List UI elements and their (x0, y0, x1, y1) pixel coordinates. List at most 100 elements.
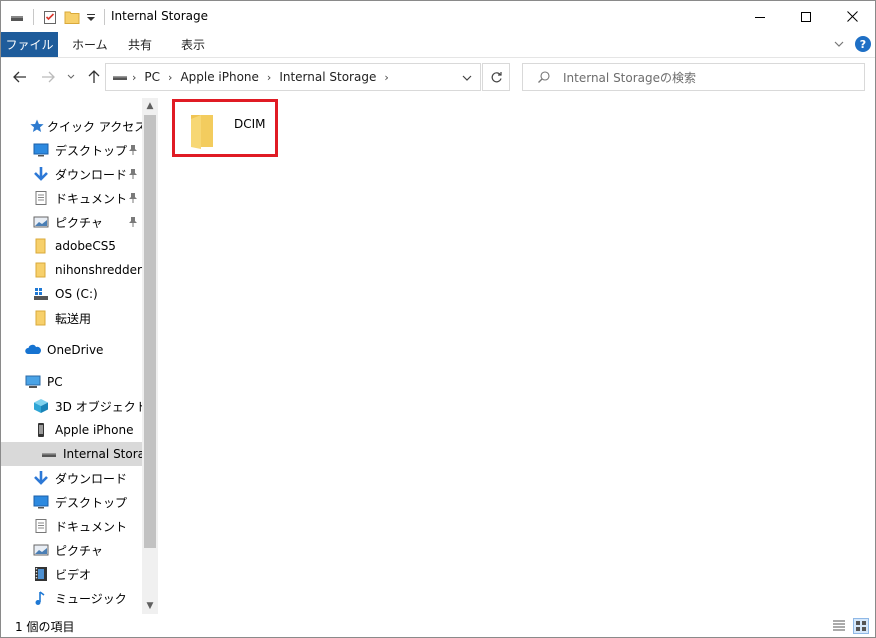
properties-icon[interactable] (42, 9, 58, 25)
customize-qat-icon[interactable] (86, 9, 96, 25)
nav-label: 3D オブジェクト (55, 399, 148, 414)
sidebar-item-videos[interactable]: ビデオ (1, 562, 143, 586)
quick-access-toolbar (9, 8, 107, 26)
forward-button[interactable] (39, 68, 57, 86)
refresh-button[interactable] (482, 63, 510, 91)
nav-label: クイック アクセス (47, 119, 147, 134)
address-dropdown-icon[interactable] (462, 72, 472, 82)
search-placeholder: Internal Storageの検索 (563, 70, 697, 85)
nav-label: ミュージック (55, 591, 127, 606)
sidebar-item-internal-storage[interactable]: Internal Storage (1, 442, 158, 466)
sidebar-item-pc-downloads[interactable]: ダウンロード (1, 466, 143, 490)
nav-scrollbar[interactable]: ▲ ▼ (142, 98, 158, 614)
nav-quick-access[interactable]: クイック アクセス (1, 114, 147, 138)
folder-item-dcim[interactable]: DCIM (173, 101, 283, 161)
sidebar-item-downloads[interactable]: ダウンロード (1, 162, 143, 186)
sidebar-item-pc-desktop[interactable]: デスクトップ (1, 490, 143, 514)
ribbon-tabs: ファイル ホーム 共有 表示 ? (1, 32, 875, 58)
sidebar-item-os-c[interactable]: OS (C:) (1, 282, 143, 306)
navigation-pane: クイック アクセス デスクトップ ダウンロード ドキュメント ピクチャ adob… (1, 98, 158, 614)
expand-ribbon-icon[interactable] (833, 38, 845, 50)
pin-icon[interactable] (128, 168, 138, 180)
maximize-button[interactable] (783, 1, 829, 32)
explorer-window: Internal Storage ファイル ホーム 共有 表示 ? › PC ›… (0, 0, 876, 638)
pin-icon[interactable] (128, 192, 138, 204)
phone-icon (33, 422, 49, 438)
nav-label: nihonshredder (55, 263, 142, 277)
close-button[interactable] (829, 1, 875, 32)
back-button[interactable] (11, 68, 29, 86)
sidebar-item-adobecs5[interactable]: adobeCS5 (1, 234, 143, 258)
nav-pc[interactable]: PC (1, 370, 143, 394)
sidebar-item-pc-documents[interactable]: ドキュメント (1, 514, 143, 538)
document-icon (33, 190, 49, 206)
scroll-down-icon[interactable]: ▼ (142, 598, 158, 614)
sidebar-item-apple-iphone[interactable]: Apple iPhone (1, 418, 143, 442)
tab-share[interactable]: 共有 (128, 32, 152, 57)
new-folder-icon[interactable] (64, 9, 80, 25)
nav-label: ダウンロード (55, 167, 128, 182)
breadcrumb-chevron-icon[interactable]: › (267, 71, 271, 84)
address-row: › PC › Apple iPhone › Internal Storage ›… (1, 58, 875, 96)
nav-label: デスクトップ (55, 143, 128, 158)
pictures-icon (33, 542, 49, 558)
breadcrumb-chevron-icon[interactable]: › (384, 71, 388, 84)
breadcrumb-chevron-icon[interactable]: › (168, 71, 172, 84)
nav-label: 転送用 (55, 311, 92, 326)
folder-icon (187, 111, 219, 151)
sidebar-item-pictures[interactable]: ピクチャ (1, 210, 143, 234)
computer-icon (25, 374, 41, 390)
music-note-icon (33, 590, 49, 606)
search-icon (537, 70, 551, 84)
breadcrumb-chevron-icon[interactable]: › (132, 71, 136, 84)
drive-icon (112, 69, 128, 85)
nav-label: ダウンロード (55, 471, 128, 486)
nav-label: ピクチャ (55, 543, 103, 558)
title-bar: Internal Storage (1, 1, 875, 32)
scroll-up-icon[interactable]: ▲ (142, 98, 158, 114)
sidebar-item-music[interactable]: ミュージック (1, 586, 143, 610)
pictures-icon (33, 214, 49, 230)
scroll-thumb[interactable] (144, 115, 156, 548)
tab-view[interactable]: 表示 (181, 32, 205, 57)
sidebar-item-documents[interactable]: ドキュメント (1, 186, 143, 210)
sidebar-item-pc-pictures[interactable]: ピクチャ (1, 538, 143, 562)
desktop-icon (33, 494, 49, 510)
folder-icon (33, 238, 49, 254)
nav-label: PC (47, 375, 63, 389)
download-icon (33, 166, 49, 182)
pin-icon[interactable] (128, 144, 138, 156)
drive-icon[interactable] (9, 9, 25, 25)
cube-icon (33, 398, 49, 414)
large-icons-view-icon[interactable] (853, 618, 869, 634)
nav-onedrive[interactable]: OneDrive (1, 338, 143, 362)
nav-label: ビデオ (55, 567, 92, 582)
star-icon (29, 118, 45, 134)
folder-icon (33, 262, 49, 278)
breadcrumb-apple-iphone[interactable]: Apple iPhone (180, 70, 258, 84)
sidebar-item-3d-objects[interactable]: 3D オブジェクト (1, 394, 148, 418)
tab-home[interactable]: ホーム (72, 32, 108, 57)
sidebar-item-transfer[interactable]: 転送用 (1, 306, 143, 330)
breadcrumb-internal-storage[interactable]: Internal Storage (279, 70, 376, 84)
up-button[interactable] (85, 68, 103, 86)
tab-file[interactable]: ファイル (1, 32, 58, 57)
help-icon[interactable]: ? (855, 36, 871, 52)
item-count: 1 個の項目 (15, 619, 75, 634)
status-bar: 1 個の項目 (1, 615, 875, 637)
sidebar-item-desktop[interactable]: デスクトップ (1, 138, 143, 162)
address-bar[interactable]: › PC › Apple iPhone › Internal Storage › (105, 63, 481, 91)
recent-locations-button[interactable] (65, 68, 77, 86)
nav-label: ピクチャ (55, 215, 103, 230)
pin-icon[interactable] (128, 216, 138, 228)
minimize-button[interactable] (737, 1, 783, 32)
sidebar-item-nihonshredder[interactable]: nihonshredder (1, 258, 143, 282)
windows-drive-icon (33, 286, 49, 302)
details-view-icon[interactable] (831, 618, 847, 634)
search-box[interactable]: Internal Storageの検索 (522, 63, 865, 91)
film-icon (33, 566, 49, 582)
nav-label: デスクトップ (55, 495, 128, 510)
breadcrumb-pc[interactable]: PC (144, 70, 160, 84)
nav-label: ドキュメント (55, 519, 128, 534)
cloud-icon (25, 342, 41, 358)
